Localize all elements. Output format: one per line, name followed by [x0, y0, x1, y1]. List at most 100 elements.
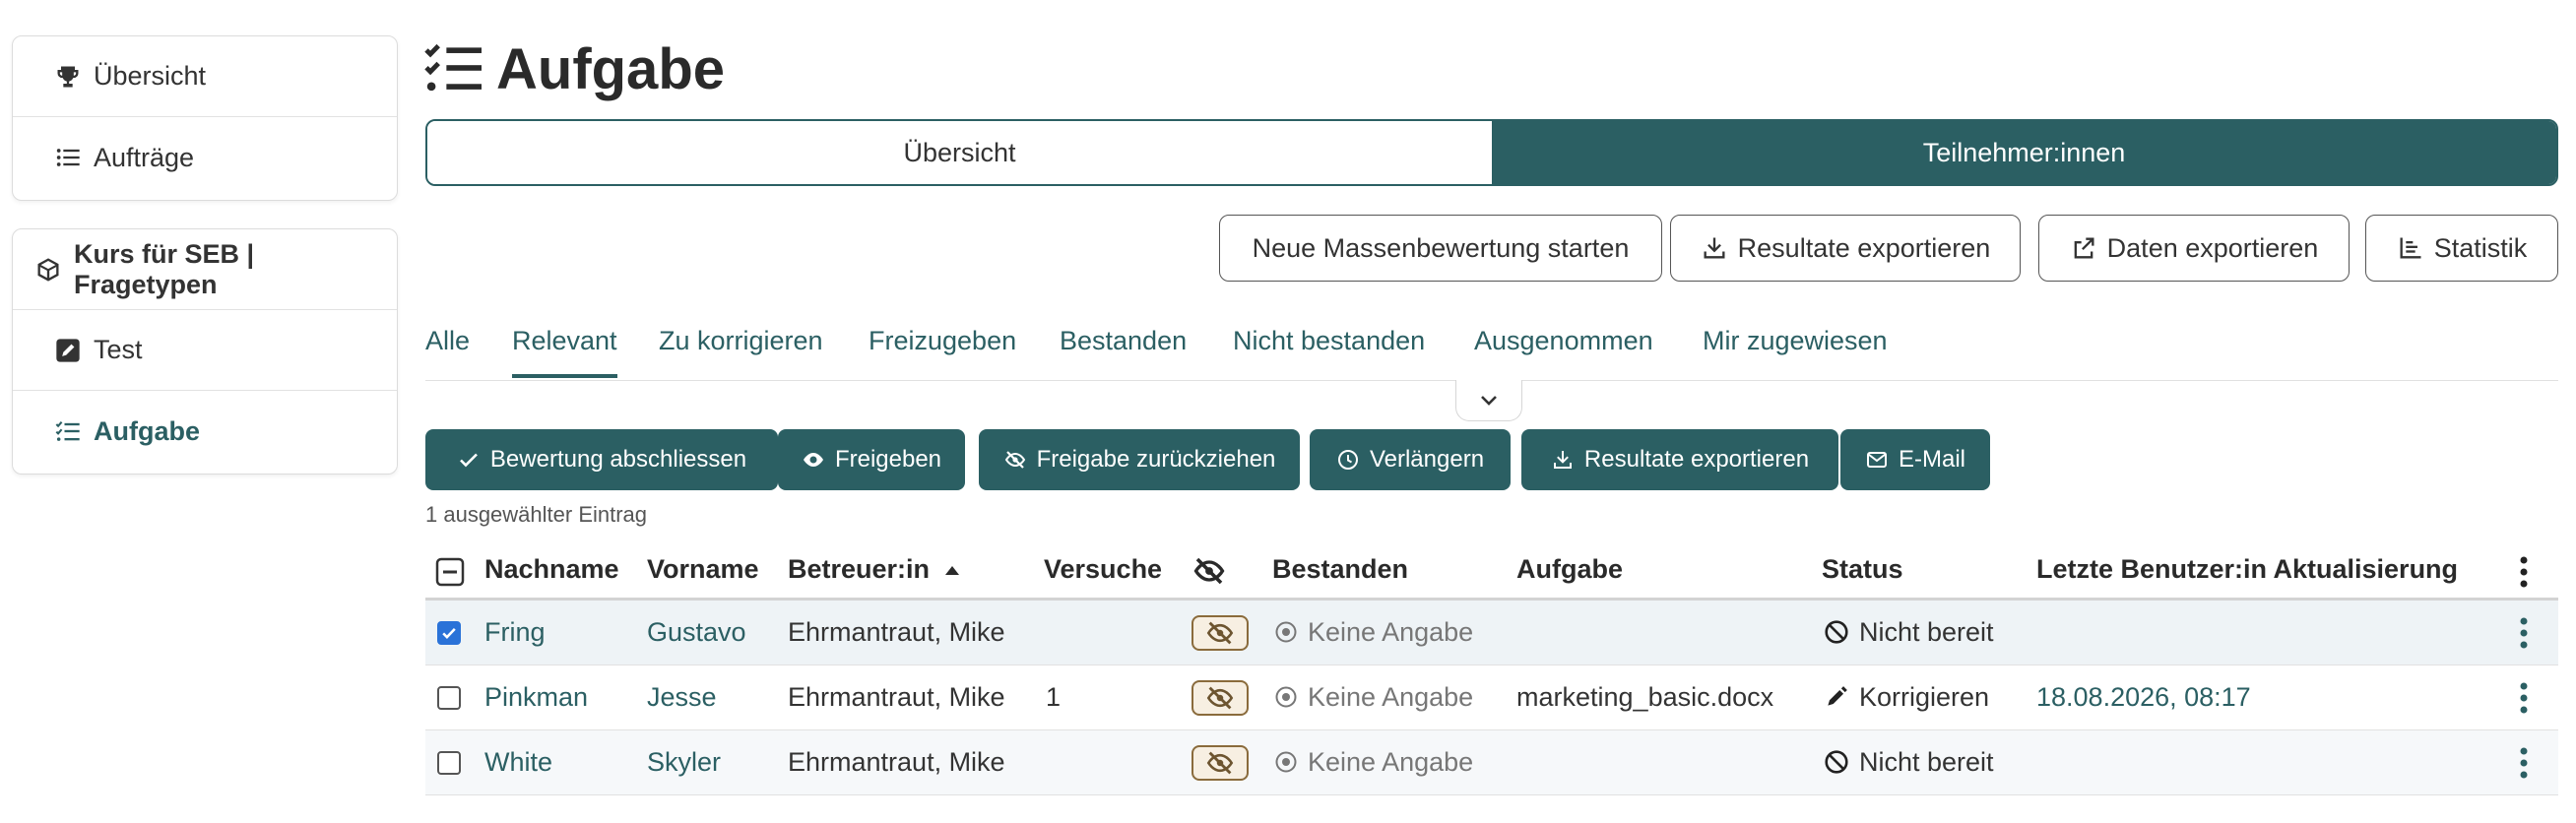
withdraw-release-label: Freigabe zurückziehen — [1036, 446, 1276, 473]
share-icon — [2070, 234, 2097, 262]
row-menu-button[interactable] — [2519, 616, 2529, 650]
eye-slash-icon — [1204, 750, 1236, 776]
tab-participants[interactable]: Teilnehmer:innen — [1492, 121, 2556, 184]
mass-grading-label: Neue Massenbewertung starten — [1252, 232, 1630, 263]
column-visibility[interactable] — [1191, 553, 1227, 602]
page-title: Aufgabe — [496, 36, 725, 101]
status-label: Nicht bereit — [1859, 617, 1994, 647]
release-label: Freigeben — [834, 446, 942, 473]
mass-grading-button[interactable]: Neue Massenbewertung starten — [1219, 215, 1662, 282]
table-row: White Skyler Ehrmantraut, Mike Keine Ang… — [425, 730, 2558, 795]
page-header: Aufgabe — [423, 30, 725, 108]
download-icon — [1701, 234, 1728, 262]
finish-grading-button[interactable]: Bewertung abschliessen — [425, 429, 778, 490]
column-options-menu[interactable] — [2519, 555, 2529, 604]
trophy-icon — [54, 63, 82, 91]
dot-circle-icon — [1274, 750, 1298, 774]
filter-tab-excluded[interactable]: Ausgenommen — [1474, 323, 1653, 378]
extend-label: Verlängern — [1369, 446, 1485, 473]
column-coach-label: Betreuer:in — [788, 554, 931, 584]
hidden-badge — [1191, 745, 1249, 781]
column-attempts[interactable]: Versuche — [1044, 547, 1162, 597]
attempts-cell: 1 — [1046, 682, 1062, 712]
selection-info: 1 ausgewählter Eintrag — [425, 502, 648, 527]
view-switcher: Übersicht Teilnehmer:innen — [425, 119, 2558, 186]
sidebar-course-title[interactable]: Kurs für SEB | Fragetypen — [13, 229, 397, 310]
dot-circle-icon — [1274, 685, 1298, 709]
export-data-button[interactable]: Daten exportieren — [2038, 215, 2350, 282]
table-row: Pinkman Jesse Ehrmantraut, Mike 1 Keine … — [425, 665, 2558, 730]
passed-cell: Keine Angabe — [1274, 601, 1473, 664]
export-results-button[interactable]: Resultate exportieren — [1670, 215, 2021, 282]
eye-icon — [802, 448, 825, 472]
passed-label: Keine Angabe — [1308, 747, 1474, 777]
filter-tab-passed[interactable]: Bestanden — [1060, 323, 1187, 378]
column-last-update[interactable]: Letzte Benutzer:in Aktualisierung — [2036, 547, 2458, 597]
hidden-badge — [1191, 680, 1249, 716]
kebab-icon — [2519, 555, 2529, 589]
coach-cell: Ehrmantraut, Mike — [788, 682, 1005, 712]
firstname-link[interactable]: Jesse — [647, 665, 717, 728]
sidebar-item-label: Aufgabe — [94, 415, 200, 446]
sidebar-nav: Übersicht Aufträge — [12, 35, 398, 201]
column-coach[interactable]: Betreuer:in — [788, 547, 961, 597]
chevron-down-icon — [1477, 389, 1501, 412]
list-icon — [54, 144, 82, 171]
filter-tab-failed[interactable]: Nicht bestanden — [1233, 323, 1425, 378]
check-icon — [457, 448, 481, 472]
kebab-icon — [2519, 746, 2529, 780]
row-checkbox[interactable] — [437, 621, 461, 645]
column-status[interactable]: Status — [1822, 547, 1903, 597]
firstname-link[interactable]: Gustavo — [647, 601, 746, 664]
column-firstname[interactable]: Vorname — [647, 547, 759, 597]
row-menu-button[interactable] — [2519, 681, 2529, 715]
row-checkbox[interactable] — [437, 686, 461, 710]
sidebar-item-label: Kurs für SEB | Fragetypen — [74, 238, 255, 299]
clock-icon — [1336, 448, 1360, 472]
sidebar-item-label: Test — [94, 335, 143, 364]
coach-cell: Ehrmantraut, Mike — [788, 747, 1005, 777]
export-results-selected-button[interactable]: Resultate exportieren — [1521, 429, 1838, 490]
filter-tab-all[interactable]: Alle — [425, 323, 470, 378]
dot-circle-icon — [1274, 620, 1298, 644]
select-all-checkbox[interactable] — [435, 557, 465, 606]
tab-overview[interactable]: Übersicht — [427, 121, 1492, 184]
sidebar-item-assignments[interactable]: Aufträge — [13, 117, 397, 198]
column-assignment[interactable]: Aufgabe — [1516, 547, 1623, 597]
row-menu-button[interactable] — [2519, 746, 2529, 780]
filter-tab-relevant[interactable]: Relevant — [512, 323, 617, 378]
task-list-icon — [423, 41, 484, 96]
sidebar-item-label: Aufträge — [94, 142, 195, 172]
sidebar-item-test[interactable]: Test — [13, 310, 397, 391]
column-passed[interactable]: Bestanden — [1272, 547, 1408, 597]
assignment-cell: marketing_basic.docx — [1516, 682, 1774, 712]
firstname-link[interactable]: Skyler — [647, 730, 721, 793]
filter-tab-to-release[interactable]: Freizugeben — [869, 323, 1016, 378]
status-label: Nicht bereit — [1859, 747, 1994, 777]
release-button[interactable]: Freigeben — [778, 429, 965, 490]
lastname-link[interactable]: Fring — [484, 601, 546, 664]
row-checkbox[interactable] — [437, 751, 461, 775]
ban-icon — [1824, 749, 1849, 775]
sidebar-item-aufgabe[interactable]: Aufgabe — [13, 391, 397, 472]
statistics-button[interactable]: Statistik — [2365, 215, 2558, 282]
lastname-link[interactable]: White — [484, 730, 552, 793]
filter-tabs: Alle Relevant Zu korrigieren Freizugeben… — [425, 323, 2558, 381]
passed-label: Keine Angabe — [1308, 682, 1474, 712]
lastname-link[interactable]: Pinkman — [484, 665, 588, 728]
email-button[interactable]: E-Mail — [1840, 429, 1990, 490]
sidebar-item-overview[interactable]: Übersicht — [13, 36, 397, 117]
kebab-icon — [2519, 616, 2529, 650]
expand-filters-toggle[interactable] — [1455, 380, 1522, 421]
filter-tab-to-correct[interactable]: Zu korrigieren — [659, 323, 823, 378]
eye-slash-icon — [1204, 620, 1236, 646]
export-results-label: Resultate exportieren — [1737, 232, 1991, 263]
export-results-selected-label: Resultate exportieren — [1583, 446, 1810, 473]
withdraw-release-button[interactable]: Freigabe zurückziehen — [979, 429, 1300, 490]
column-lastname[interactable]: Nachname — [484, 547, 619, 597]
passed-cell: Keine Angabe — [1274, 730, 1473, 793]
finish-grading-label: Bewertung abschliessen — [489, 446, 747, 473]
filter-tab-assigned-to-me[interactable]: Mir zugewiesen — [1703, 323, 1888, 378]
extend-button[interactable]: Verlängern — [1310, 429, 1511, 490]
statistics-label: Statistik — [2433, 232, 2528, 263]
